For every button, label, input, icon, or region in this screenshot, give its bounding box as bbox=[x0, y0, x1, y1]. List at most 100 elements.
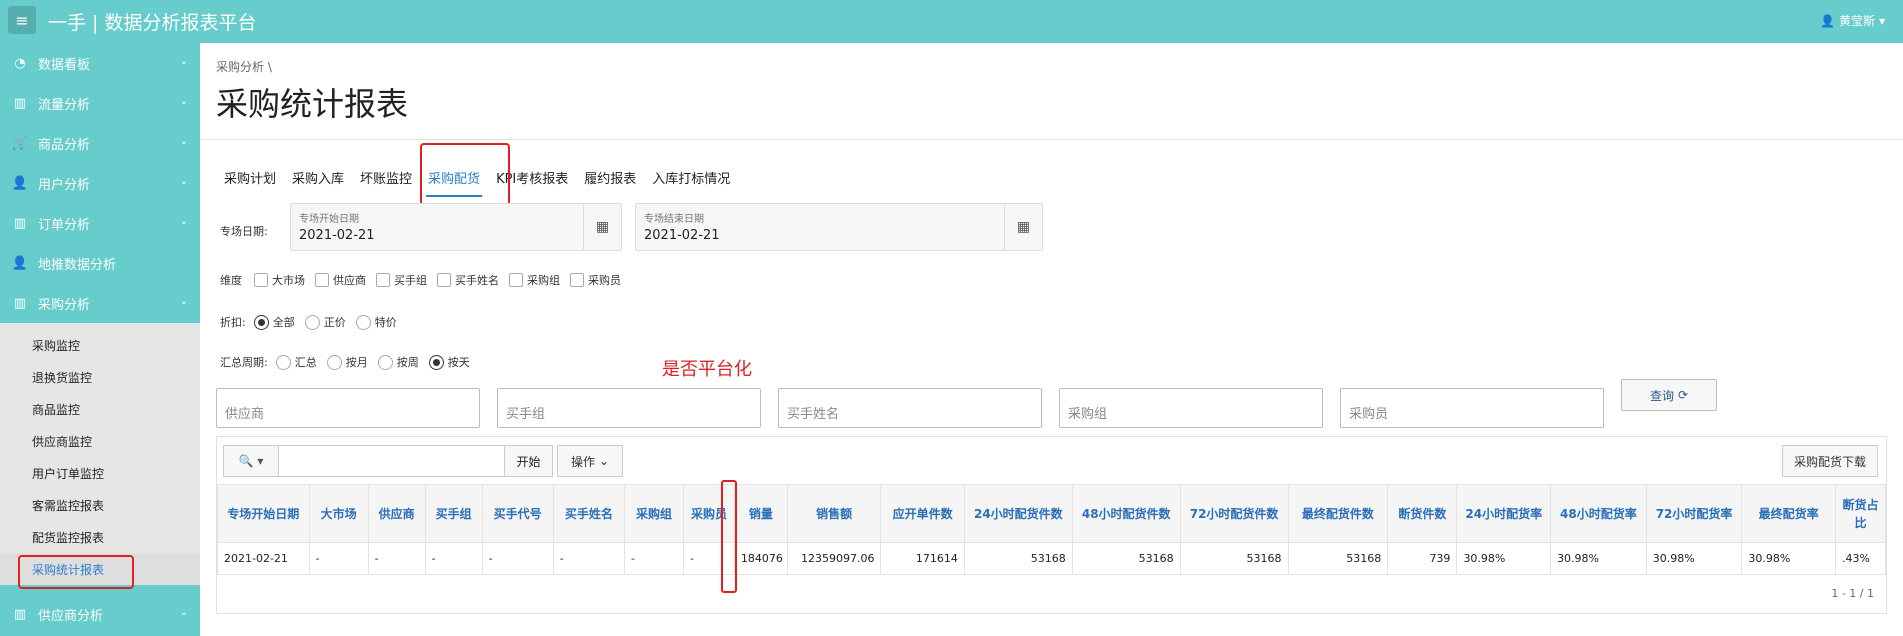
tab-purchase-inbound[interactable]: 采购入库 bbox=[284, 169, 352, 197]
calendar-icon[interactable]: ▦ bbox=[583, 204, 621, 250]
checkbox-box[interactable] bbox=[376, 273, 390, 287]
column-header[interactable]: 大市场 bbox=[308, 484, 369, 543]
checkbox-label: 买手姓名 bbox=[455, 274, 499, 287]
column-header[interactable]: 采购组 bbox=[624, 484, 685, 543]
hamburger-menu-icon[interactable]: ≡ bbox=[8, 6, 36, 34]
table-cell: - bbox=[308, 542, 369, 575]
checkbox-box[interactable] bbox=[437, 273, 451, 287]
radio-button[interactable] bbox=[253, 314, 269, 330]
radio-button[interactable] bbox=[355, 314, 371, 330]
radio-button[interactable] bbox=[428, 354, 444, 370]
radio-regular-price[interactable]: 正价 bbox=[304, 314, 346, 330]
radio-total[interactable]: 汇总 bbox=[275, 354, 317, 370]
column-header[interactable]: 24小时配货率 bbox=[1456, 484, 1552, 543]
checkbox-box[interactable] bbox=[509, 273, 523, 287]
subnav-item[interactable]: 采购监控 bbox=[0, 329, 200, 361]
checkbox-buyer-name[interactable]: 买手姓名 bbox=[437, 272, 499, 288]
column-header[interactable]: 买手代号 bbox=[481, 484, 554, 543]
go-button[interactable]: 开始 bbox=[505, 445, 553, 477]
sidebar-item-users[interactable]: 👤 用户分析 ⌄ bbox=[0, 163, 200, 203]
sidebar-item-products[interactable]: 🛒 商品分析 ⌄ bbox=[0, 123, 200, 163]
checkbox-box[interactable] bbox=[315, 273, 329, 287]
checkbox-supplier[interactable]: 供应商 bbox=[315, 272, 366, 288]
column-header[interactable]: 断货占比 bbox=[1835, 484, 1886, 543]
radio-button[interactable] bbox=[275, 354, 291, 370]
purchaser-input[interactable]: 采购员 bbox=[1340, 388, 1604, 428]
table-row: 2021-02-21 - - - - - - - 184076 12359097… bbox=[217, 542, 1886, 575]
buyer-group-input[interactable]: 买手组 bbox=[497, 388, 761, 428]
checkbox-buyer-group[interactable]: 买手组 bbox=[376, 272, 427, 288]
calendar-icon[interactable]: ▦ bbox=[1004, 204, 1042, 250]
radio-button[interactable] bbox=[304, 314, 320, 330]
column-header[interactable]: 48小时配货件数 bbox=[1071, 484, 1181, 543]
checkbox-purchase-group[interactable]: 采购组 bbox=[509, 272, 560, 288]
column-header[interactable]: 72小时配货件数 bbox=[1179, 484, 1289, 543]
subnav-item[interactable]: 退换货监控 bbox=[0, 361, 200, 393]
user-menu[interactable]: 👤 黄莹斯 ▾ bbox=[1820, 12, 1885, 29]
column-header[interactable]: 供应商 bbox=[367, 484, 426, 543]
sidebar-item-orders[interactable]: ▥ 订单分析 ⌄ bbox=[0, 203, 200, 243]
end-date-field[interactable]: 专场结束日期 2021-02-21 ▦ bbox=[635, 203, 1043, 251]
column-header[interactable]: 应开单件数 bbox=[880, 484, 965, 543]
column-header[interactable]: 最终配货率 bbox=[1741, 484, 1836, 543]
sidebar-item-label: 用户分析 bbox=[38, 177, 91, 193]
annotation-highlight-box bbox=[420, 143, 510, 206]
sidebar-item-suppliers[interactable]: ▥ 供应商分析 ⌄ bbox=[0, 594, 200, 634]
radio-weekly[interactable]: 按周 bbox=[377, 354, 419, 370]
chevron-down-icon: ⌄ bbox=[179, 296, 188, 307]
checkbox-market[interactable]: 大市场 bbox=[254, 272, 305, 288]
column-header[interactable]: 24小时配货件数 bbox=[963, 484, 1073, 543]
annotation-highlight-box bbox=[721, 480, 737, 593]
subnav-item[interactable]: 配货监控报表 bbox=[0, 521, 200, 553]
breadcrumb-item[interactable]: 采购分析 bbox=[216, 60, 264, 74]
start-date-field[interactable]: 专场开始日期 2021-02-21 ▦ bbox=[290, 203, 622, 251]
query-button[interactable]: 查询 ⟳ bbox=[1621, 379, 1717, 411]
column-header[interactable]: 最终配货件数 bbox=[1287, 484, 1389, 543]
column-header[interactable]: 买手组 bbox=[424, 484, 483, 543]
radio-special-price[interactable]: 特价 bbox=[355, 314, 397, 330]
search-icon[interactable]: 🔍 ▾ bbox=[223, 445, 279, 477]
sidebar-item-dashboard[interactable]: ◔ 数据看板 ⌄ bbox=[0, 43, 200, 83]
checkbox-box[interactable] bbox=[570, 273, 584, 287]
column-header[interactable]: 72小时配货率 bbox=[1645, 484, 1743, 543]
subnav-item[interactable]: 用户订单监控 bbox=[0, 457, 200, 489]
buyer-name-input[interactable]: 买手姓名 bbox=[778, 388, 1042, 428]
sidebar-item-label: 供应商分析 bbox=[38, 608, 104, 624]
radio-button[interactable] bbox=[326, 354, 342, 370]
radio-label: 汇总 bbox=[294, 356, 317, 369]
column-header[interactable]: 销售额 bbox=[786, 484, 882, 543]
radio-daily[interactable]: 按天 bbox=[428, 354, 470, 370]
table-cell: 12359097.06 bbox=[786, 542, 882, 575]
subnav-item[interactable]: 商品监控 bbox=[0, 393, 200, 425]
column-header[interactable]: 48小时配货率 bbox=[1550, 484, 1647, 543]
tab-inbound-tagging[interactable]: 入库打标情况 bbox=[644, 169, 738, 197]
column-header[interactable]: 销量 bbox=[733, 484, 788, 543]
breadcrumb[interactable]: 采购分析 \ bbox=[216, 58, 272, 75]
checkbox-box[interactable] bbox=[254, 273, 268, 287]
column-header[interactable]: 断货件数 bbox=[1387, 484, 1458, 543]
sidebar-item-traffic[interactable]: ▥ 流量分析 ⌄ bbox=[0, 83, 200, 123]
radio-label: 全部 bbox=[272, 316, 295, 329]
subnav-item[interactable]: 客需监控报表 bbox=[0, 489, 200, 521]
subnav-item[interactable]: 供应商监控 bbox=[0, 425, 200, 457]
sidebar-item-purchasing[interactable]: ▥ 采购分析 ⌄ bbox=[0, 283, 200, 323]
sidebar-item-promotion[interactable]: 👤 地推数据分析 bbox=[0, 243, 200, 283]
search-input[interactable] bbox=[279, 445, 505, 477]
radio-monthly[interactable]: 按月 bbox=[326, 354, 368, 370]
table-cell: 2021-02-21 bbox=[217, 542, 310, 575]
checkbox-purchaser[interactable]: 采购员 bbox=[570, 272, 621, 288]
table-cell: 30.98% bbox=[1550, 542, 1647, 575]
start-date-label: 专场开始日期 bbox=[299, 214, 359, 225]
report-toolbar: 🔍 ▾ 开始 操作 ⌄ bbox=[223, 445, 623, 477]
tab-fulfillment[interactable]: 履约报表 bbox=[576, 169, 644, 197]
column-header[interactable]: 专场开始日期 bbox=[217, 484, 310, 543]
column-header[interactable]: 买手姓名 bbox=[552, 484, 626, 543]
tab-bad-debt[interactable]: 坏账监控 bbox=[352, 169, 420, 197]
purchase-group-input[interactable]: 采购组 bbox=[1059, 388, 1323, 428]
actions-button[interactable]: 操作 ⌄ bbox=[557, 445, 623, 477]
radio-all[interactable]: 全部 bbox=[253, 314, 295, 330]
supplier-input[interactable]: 供应商 bbox=[216, 388, 480, 428]
radio-button[interactable] bbox=[377, 354, 393, 370]
tab-purchase-plan[interactable]: 采购计划 bbox=[216, 169, 284, 197]
download-button[interactable]: 采购配货下载 bbox=[1782, 445, 1878, 477]
